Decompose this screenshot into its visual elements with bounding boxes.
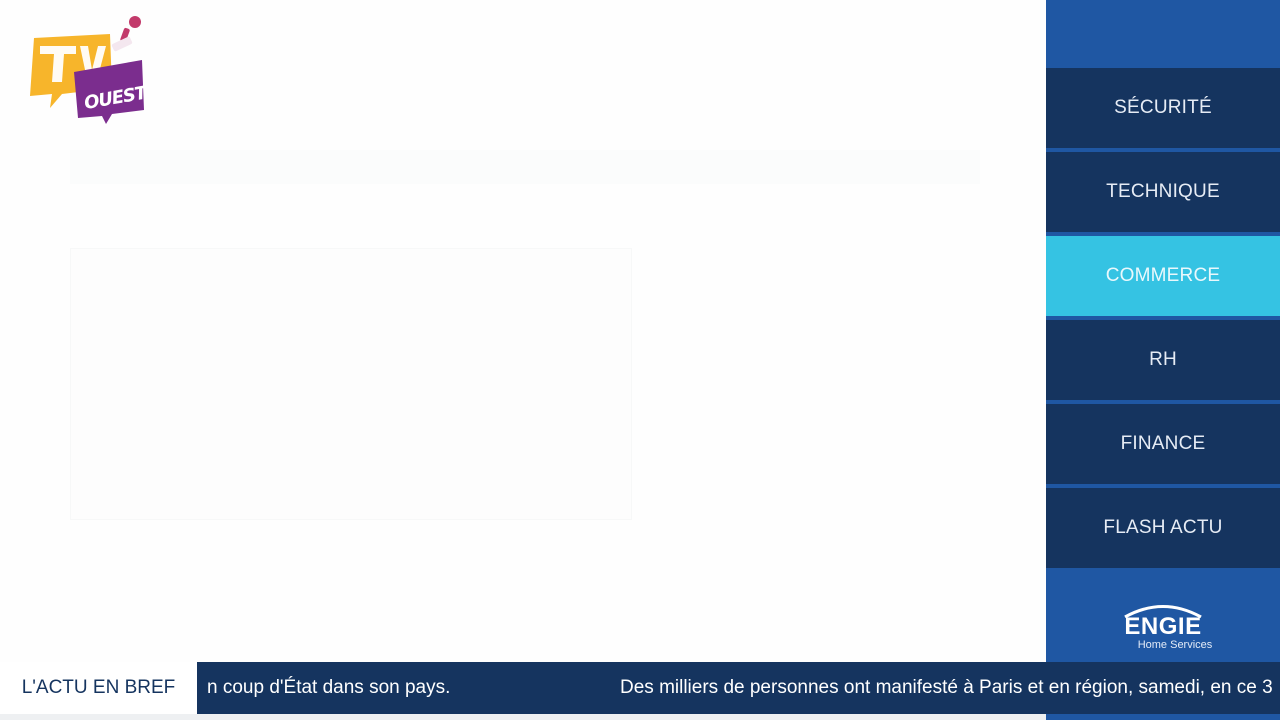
news-ticker: L'ACTU EN BREF n coup d'État dans son pa… <box>0 662 1280 714</box>
ticker-item: n coup d'État dans son pays. <box>207 677 451 698</box>
sidebar-header <box>1046 0 1280 68</box>
faded-content-block <box>70 248 632 520</box>
engie-subtitle: Home Services <box>1137 639 1213 651</box>
faded-headline <box>70 150 980 184</box>
ticker-label: L'ACTU EN BREF <box>0 662 197 714</box>
nav-item-securite[interactable]: SÉCURITÉ <box>1046 68 1280 148</box>
ticker-track: n coup d'État dans son pays. Des millier… <box>197 662 1280 714</box>
main-content-area <box>0 0 1046 662</box>
category-nav: SÉCURITÉ TECHNIQUE COMMERCE RH FINANCE F… <box>1046 68 1280 572</box>
nav-item-commerce[interactable]: COMMERCE <box>1046 236 1280 316</box>
sidebar: SÉCURITÉ TECHNIQUE COMMERCE RH FINANCE F… <box>1046 0 1280 720</box>
nav-item-technique[interactable]: TECHNIQUE <box>1046 152 1280 232</box>
tv-ouest-logo: OUEST <box>26 14 150 126</box>
nav-item-flash-actu[interactable]: FLASH ACTU <box>1046 488 1280 568</box>
ticker-item: Des milliers de personnes ont manifesté … <box>620 677 1273 698</box>
engie-wordmark: ENGIE <box>1124 613 1202 640</box>
nav-item-rh[interactable]: RH <box>1046 320 1280 400</box>
bottom-strip <box>0 714 1046 720</box>
signage-screen: OUEST SÉCURITÉ TECHNIQUE COMMERCE RH FIN… <box>0 0 1280 720</box>
nav-item-finance[interactable]: FINANCE <box>1046 404 1280 484</box>
